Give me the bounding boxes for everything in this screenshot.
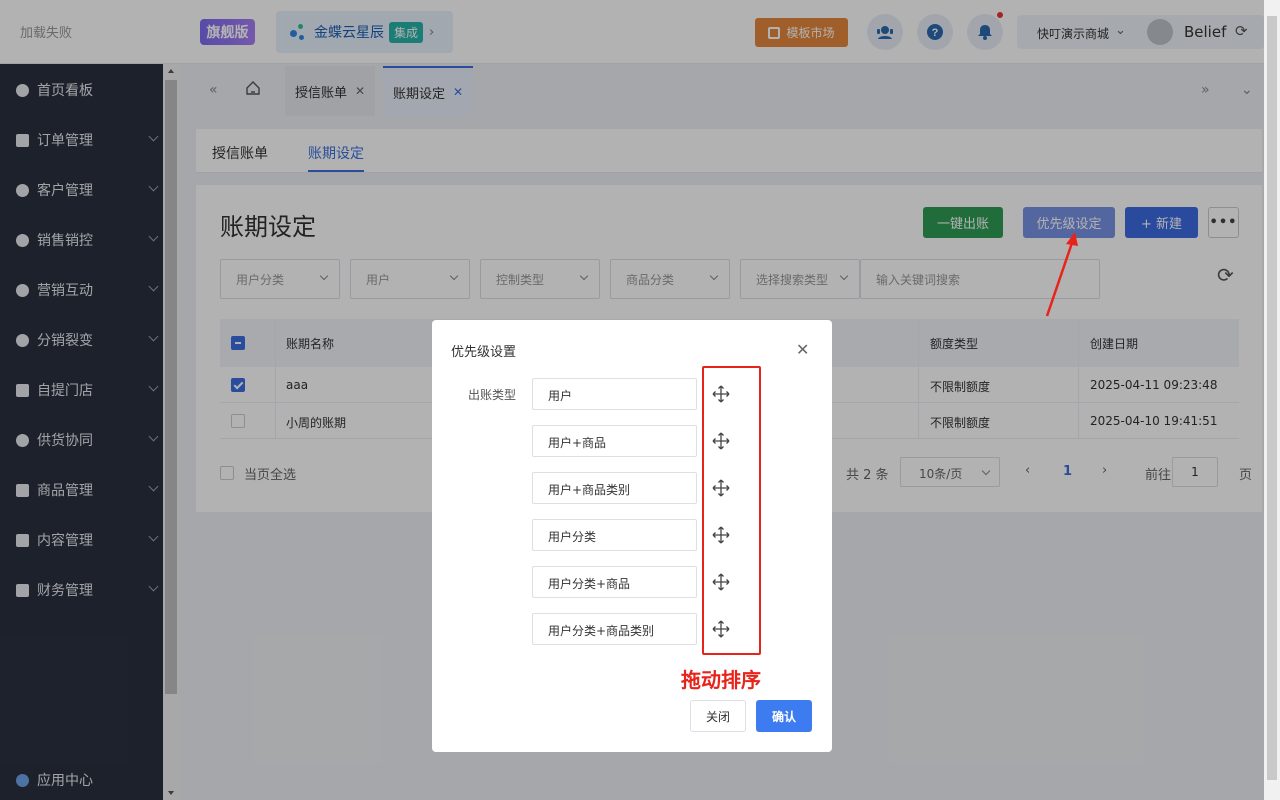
drag-sort-annotation: 拖动排序: [681, 668, 761, 692]
window-scrollbar[interactable]: [1264, 0, 1280, 800]
cancel-button[interactable]: 关闭: [690, 700, 746, 732]
priority-item[interactable]: 用户+商品: [532, 425, 697, 457]
priority-item[interactable]: 用户: [532, 378, 697, 410]
annotation-highlight-box: [702, 366, 761, 655]
scrollbar-thumb[interactable]: [1267, 16, 1277, 780]
dialog-title: 优先级设置: [451, 345, 517, 360]
priority-item[interactable]: 用户分类+商品: [532, 566, 697, 598]
confirm-button[interactable]: 确认: [756, 700, 812, 732]
priority-setting-dialog: 优先级设置 ✕ 出账类型 用户 用户+商品 用户+商品类别 用户分类 用户分类+…: [432, 320, 832, 752]
annotation-arrow-icon: [1045, 232, 1078, 317]
billing-type-label: 出账类型: [468, 388, 517, 402]
priority-item[interactable]: 用户+商品类别: [532, 472, 697, 504]
close-icon[interactable]: ✕: [796, 340, 809, 359]
priority-item[interactable]: 用户分类+商品类别: [532, 613, 697, 645]
priority-item[interactable]: 用户分类: [532, 519, 697, 551]
